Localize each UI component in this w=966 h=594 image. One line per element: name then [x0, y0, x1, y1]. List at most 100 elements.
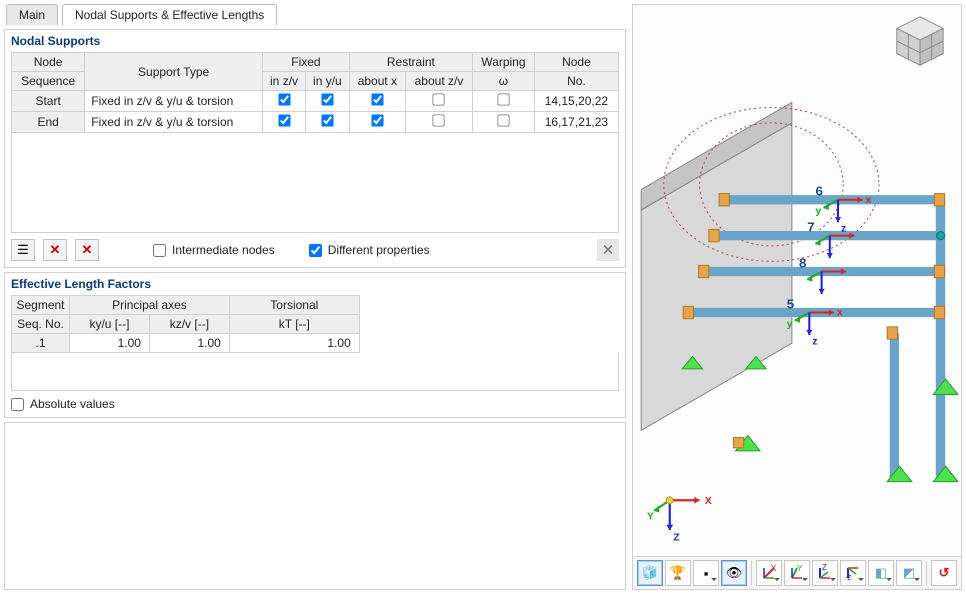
reset-view-button[interactable]: ↺ — [931, 560, 957, 586]
check-r-zv[interactable] — [433, 114, 445, 126]
th-node-seq-top: Node — [12, 53, 85, 72]
cell-nodes: 14,15,20,22 — [534, 91, 618, 112]
axis-x-icon: X — [760, 564, 778, 582]
axis-neg-z-icon: -Z — [844, 564, 862, 582]
tab-bar: Main Nodal Supports & Effective Lengths — [4, 4, 626, 25]
z-axis-button[interactable]: Z — [812, 560, 838, 586]
reset-icon: ↺ — [939, 565, 950, 581]
check-fix-yu[interactable] — [321, 93, 333, 105]
display-icon: ▪ — [704, 566, 709, 581]
viewport-toolbar: 🧊 🏆 ▪ 👁 X Y Z -Z ◧ ◩ ↺ — [633, 556, 961, 589]
effective-length-table: Segment Principal axes Torsional Seq. No… — [11, 295, 619, 353]
y-axis-button[interactable]: Y — [784, 560, 810, 586]
th-torsional: Torsional — [229, 296, 359, 315]
th-node-seq-bot: Sequence — [12, 72, 85, 91]
th-warp-w: ω — [472, 72, 534, 91]
table-row[interactable]: End Fixed in z/v & y/u & torsion 16,17,2… — [12, 112, 619, 133]
tab-nodal-supports[interactable]: Nodal Supports & Effective Lengths — [62, 4, 277, 25]
model-viewport[interactable]: 6 7 8 5 x y z — [633, 5, 961, 556]
th-support-type: Support Type — [85, 53, 263, 91]
svg-text:-Z: -Z — [845, 575, 852, 582]
render-icon: 🧊 — [642, 565, 658, 581]
neg-z-axis-button[interactable]: -Z — [840, 560, 866, 586]
th-fixed: Fixed — [263, 53, 350, 72]
svg-text:z: z — [841, 224, 846, 235]
th-seg-top: Segment — [12, 296, 70, 315]
check-fix-zv[interactable] — [278, 114, 290, 126]
delete-all-button[interactable]: ✕ — [75, 239, 99, 261]
effective-length-empty-area — [11, 353, 619, 391]
cell-seq: .1 — [12, 334, 70, 353]
cell-type[interactable]: Fixed in z/v & y/u & torsion — [85, 112, 263, 133]
display-mode-button[interactable]: ▪ — [693, 560, 719, 586]
check-r-x[interactable] — [371, 114, 383, 126]
cell-kt[interactable]: 1.00 — [229, 334, 359, 353]
nodal-supports-title: Nodal Supports — [11, 34, 619, 48]
th-r-x: about x — [349, 72, 405, 91]
cell-kzv[interactable]: 1.00 — [149, 334, 229, 353]
th-kyu: ky/u [--] — [69, 315, 149, 334]
structure-drawing: 6 7 8 5 x y z — [633, 5, 961, 556]
svg-text:y: y — [787, 319, 793, 330]
different-checkbox-row[interactable]: Different properties — [309, 243, 430, 257]
delete-row-button[interactable]: ✕ — [43, 239, 67, 261]
th-fix-yu: in y/u — [306, 72, 350, 91]
wireframe-icon: 🏆 — [670, 565, 686, 581]
clip-icon: ◩ — [903, 565, 915, 581]
model-viewport-panel: 6 7 8 5 x y z — [632, 4, 962, 590]
intermediate-checkbox[interactable] — [153, 244, 166, 257]
absolute-values-row[interactable]: Absolute values — [11, 391, 619, 411]
absolute-values-label: Absolute values — [30, 397, 115, 411]
edit-supports-button[interactable]: ☰ — [11, 239, 35, 261]
axis-y-icon: Y — [788, 564, 806, 582]
svg-text:Y: Y — [797, 564, 803, 573]
effective-length-title: Effective Length Factors — [11, 277, 619, 291]
axis-z-icon: Z — [816, 564, 834, 582]
member-label: 6 — [815, 184, 822, 199]
different-checkbox[interactable] — [309, 244, 322, 257]
th-seg-bot: Seq. No. — [12, 315, 70, 334]
check-warp[interactable] — [497, 93, 509, 105]
x-axis-button[interactable]: X — [756, 560, 782, 586]
iso-view-button[interactable]: ◧ — [868, 560, 894, 586]
empty-panel — [4, 422, 626, 590]
th-kzv: kz/v [--] — [149, 315, 229, 334]
check-fix-yu[interactable] — [321, 114, 333, 126]
check-r-zv[interactable] — [433, 93, 445, 105]
svg-text:y: y — [815, 206, 821, 217]
member-label: 8 — [799, 255, 806, 270]
iso-icon: ◧ — [875, 565, 887, 581]
check-r-x[interactable] — [371, 93, 383, 105]
different-label: Different properties — [328, 243, 430, 257]
tab-main[interactable]: Main — [6, 4, 58, 25]
nodal-supports-table: Node Support Type Fixed Restraint Warpin… — [11, 52, 619, 133]
cell-seq: Start — [12, 91, 85, 112]
member-label: 7 — [807, 220, 814, 235]
intermediate-label: Intermediate nodes — [172, 243, 275, 257]
check-fix-zv[interactable] — [278, 93, 290, 105]
clip-plane-button[interactable]: ◩ — [896, 560, 922, 586]
render-mode-button[interactable]: 🧊 — [637, 560, 663, 586]
check-warp[interactable] — [497, 114, 509, 126]
table-row[interactable]: .1 1.00 1.00 1.00 — [12, 334, 620, 353]
intermediate-checkbox-row[interactable]: Intermediate nodes — [153, 243, 275, 257]
th-warping: Warping — [472, 53, 534, 72]
th-restraint: Restraint — [349, 53, 472, 72]
eye-icon: 👁 — [726, 565, 743, 581]
nodal-supports-empty-area — [11, 133, 619, 233]
view-cube-nav[interactable] — [891, 13, 949, 71]
delete-icon: ✕ — [50, 242, 61, 258]
th-r-zv: about z/v — [405, 72, 472, 91]
th-node: Node — [534, 53, 618, 72]
svg-text:X: X — [771, 564, 777, 573]
wireframe-button[interactable]: 🏆 — [665, 560, 691, 586]
absolute-values-checkbox[interactable] — [11, 398, 24, 411]
nodal-supports-panel: Nodal Supports Node Support Type Fixed R… — [4, 29, 626, 268]
close-options-button[interactable]: ✕ — [597, 239, 619, 261]
table-row[interactable]: Start Fixed in z/v & y/u & torsion 14,15… — [12, 91, 619, 112]
cell-kyu[interactable]: 1.00 — [69, 334, 149, 353]
th-principal: Principal axes — [69, 296, 229, 315]
cell-type[interactable]: Fixed in z/v & y/u & torsion — [85, 91, 263, 112]
view-options-button[interactable]: 👁 — [721, 560, 747, 586]
close-icon: ✕ — [602, 241, 615, 259]
